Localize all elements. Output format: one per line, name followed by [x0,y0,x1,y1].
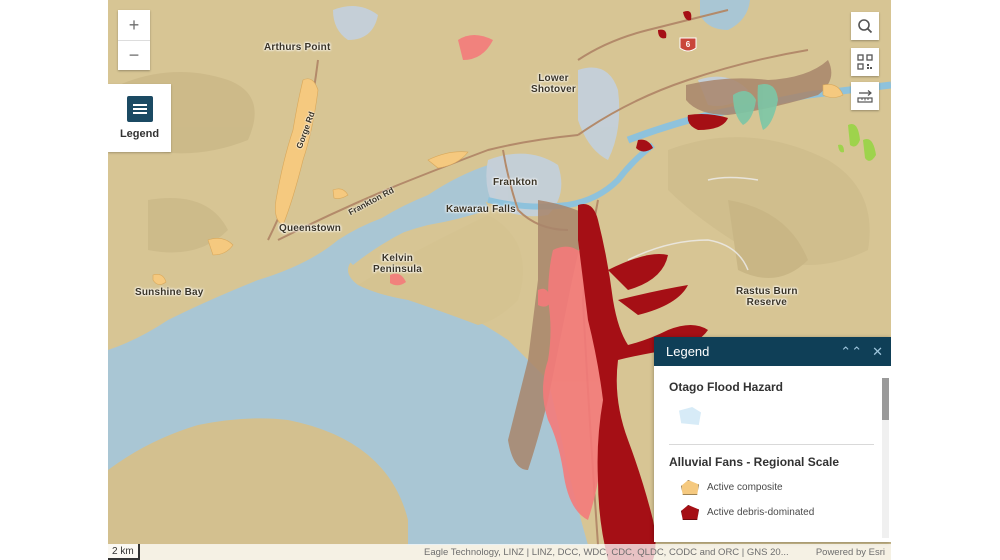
scrollbar-thumb[interactable] [882,378,889,420]
label-sunshine-bay: Sunshine Bay [135,287,204,298]
legend-swatch [679,407,701,425]
label-rastus-burn-reserve: Rastus Burn Reserve [736,286,798,308]
legend-swatch-active-debris [681,505,699,520]
legend-item: Active composite [669,475,879,500]
zoom-out-button[interactable]: − [118,40,150,70]
qr-grid-icon [857,54,873,70]
attribution-bar: Eagle Technology, LINZ | LINZ, DCC, WDC,… [108,544,891,560]
map-view[interactable]: 6 Arthurs Point Lower Shotover Frankton … [108,0,891,560]
legend-title: Legend [666,344,710,359]
zoom-in-button[interactable]: + [118,10,150,40]
legend-layer-title: Alluvial Fans - Regional Scale [669,455,840,469]
legend-divider [669,444,874,445]
powered-by-esri[interactable]: Powered by Esri [816,547,885,558]
legend-item [669,394,879,438]
legend-panel: Legend ⌃⌃ ✕ Otago Flood Hazard Alluvial … [654,337,891,542]
legend-layer-title: Otago Flood Hazard [669,380,783,394]
zoom-controls: + − [118,10,150,70]
legend-swatch-active-composite [681,480,699,495]
label-queenstown: Queenstown [279,223,342,234]
search-button[interactable] [851,12,879,40]
legend-body: Otago Flood Hazard Alluvial Fans - Regio… [654,366,879,542]
measure-icon [857,90,873,103]
legend-header: Legend ⌃⌃ ✕ [654,337,891,366]
label-kelvin-peninsula: Kelvin Peninsula [373,253,423,275]
highway-shield-number: 6 [686,40,691,49]
collapse-icon[interactable]: ⌃⌃ [840,344,862,360]
measure-button[interactable] [851,82,879,110]
legend-item-label: Active composite [707,482,783,493]
legend-scrollbar[interactable] [882,378,889,538]
label-kawarau-falls: Kawarau Falls [446,204,516,215]
search-icon [858,19,873,34]
legend-item: Active debris-dominated [669,500,879,525]
label-arthurs-point: Arthurs Point [264,42,331,53]
label-frankton: Frankton [493,177,538,188]
legend-toggle-button[interactable]: Legend [108,84,171,152]
legend-item-label: Active debris-dominated [707,507,815,518]
legend-list-icon [126,96,153,122]
close-icon[interactable]: ✕ [872,344,883,360]
label-lower-shotover: Lower Shotover [531,73,576,95]
scale-bar: 2 km [108,544,140,560]
legend-toggle-label: Legend [119,128,160,140]
attribution-text[interactable]: Eagle Technology, LINZ | LINZ, DCC, WDC,… [424,547,789,558]
basemap-gallery-button[interactable] [851,48,879,76]
